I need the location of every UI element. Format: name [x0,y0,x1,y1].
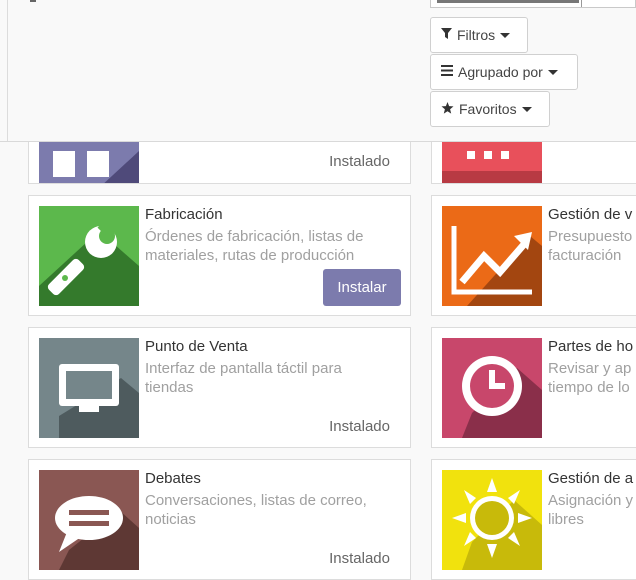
installed-status: Instalado [329,153,390,170]
app-title: Gestión de v [548,206,633,223]
app-card-gestion-ventas[interactable]: Gestión de v Presupuesto facturación [431,195,636,316]
group-by-label: Agrupado por [458,64,543,80]
installed-status: Instalado [329,550,390,567]
chevron-down-icon [547,69,558,75]
favorites-dropdown-button[interactable]: Favoritos [430,91,550,127]
star-icon [441,101,454,117]
partial-icon [30,0,36,2]
control-panel: Filtros Agrupado por Favoritos [0,0,636,142]
panel-border [7,0,8,141]
app-card-debates[interactable]: Debates Conversaciones, listas de correo… [28,459,411,580]
monitor-icon [39,338,139,438]
group-by-dropdown-button[interactable]: Agrupado por [430,54,578,90]
app-description: Asignación y libres [548,492,634,528]
chat-bubble-icon [39,470,139,570]
filters-label: Filtros [457,27,496,43]
install-button[interactable]: Instalar [323,269,401,306]
app-title: Debates [145,470,201,487]
search-input[interactable] [430,0,636,8]
app-description: Órdenes de fabricación, listas de materi… [145,228,364,264]
app-card-punto-de-venta[interactable]: Punto de Venta Interfaz de pantalla táct… [28,327,411,448]
chevron-down-icon [521,106,532,112]
chart-up-icon [442,206,542,306]
filters-dropdown-button[interactable]: Filtros [430,17,528,53]
search-facet[interactable] [437,0,579,3]
favorites-label: Favoritos [459,101,517,117]
app-description: Revisar y ap tiempo de lo [548,360,632,396]
app-card-partes-de-horas[interactable]: Partes de ho Revisar y ap tiempo de lo [431,327,636,448]
list-icon [441,65,453,79]
sun-icon [442,470,542,570]
wrench-icon [39,206,139,306]
app-card-gestion-ausencias[interactable]: Gestión de a Asignación y libres [431,459,636,580]
app-title: Gestión de a [548,470,634,487]
app-description: Presupuesto facturación [548,228,633,264]
chevron-down-icon [500,32,511,38]
app-title: Fabricación [145,206,223,223]
app-title: Partes de ho [548,338,634,355]
app-description: Interfaz de pantalla táctil para tiendas [145,360,342,396]
filter-icon [441,28,452,42]
app-card-fabricacion[interactable]: Fabricación Órdenes de fabricación, list… [28,195,411,316]
search-separator [581,0,582,7]
app-title: Punto de Venta [145,338,248,355]
app-description: Conversaciones, listas de correo, notici… [145,492,367,528]
installed-status: Instalado [329,418,390,435]
clock-icon [442,338,542,438]
